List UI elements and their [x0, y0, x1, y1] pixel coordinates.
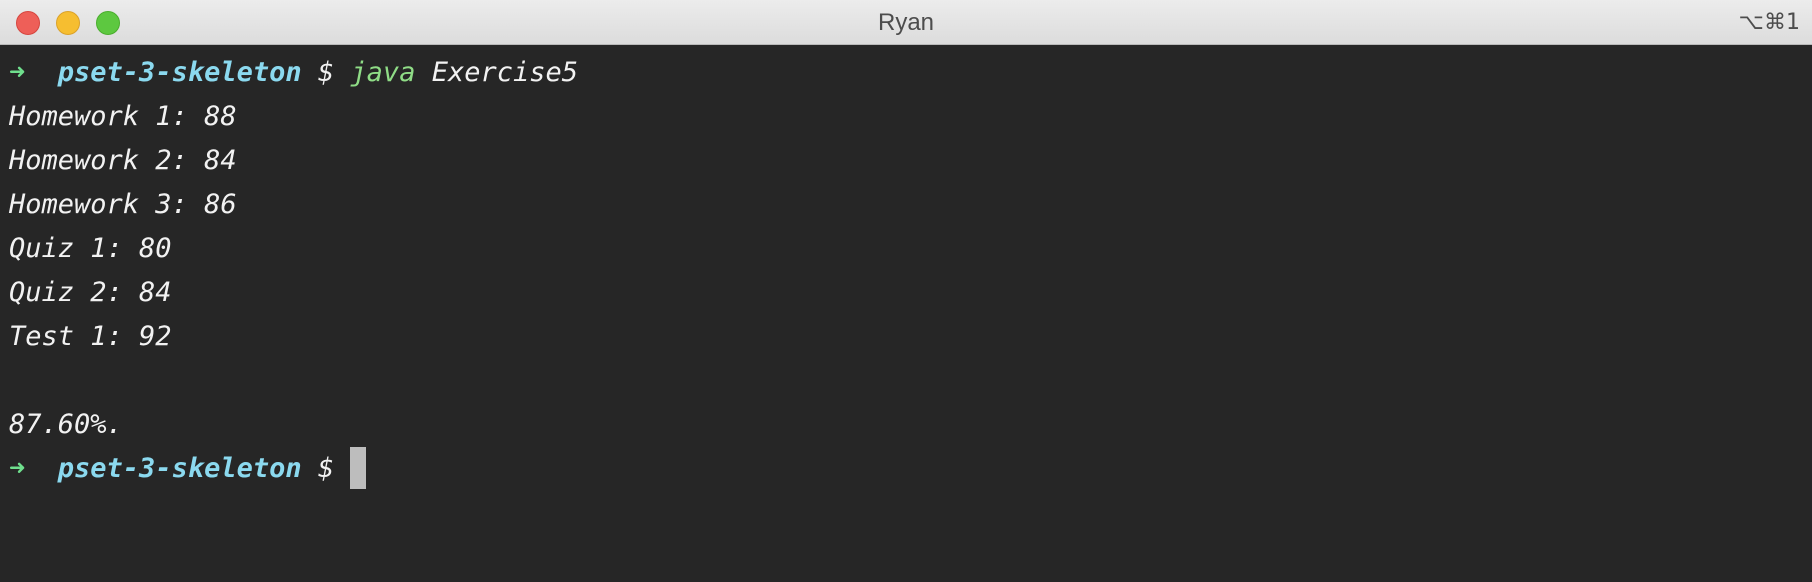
- prompt-symbol: $: [317, 57, 335, 88]
- active-prompt-line[interactable]: ➜ pset-3-skeleton $: [9, 446, 1812, 493]
- terminal-output[interactable]: ➜ pset-3-skeleton $ java Exercise5 Homew…: [9, 53, 1812, 493]
- window-shortcut: ⌥⌘1: [1738, 10, 1800, 35]
- output-line: Quiz 2: 84: [9, 277, 172, 308]
- prompt-directory: pset-3-skeleton: [57, 453, 302, 484]
- terminal-window: Ryan ⌥⌘1 ➜ pset-3-skeleton $ java Exerci…: [0, 0, 1812, 582]
- command-line: ➜ pset-3-skeleton $ java Exercise5: [9, 53, 1812, 97]
- command-program: java: [350, 57, 416, 88]
- prompt-directory: pset-3-skeleton: [57, 57, 302, 88]
- output-line: Homework 1: 88: [9, 101, 237, 132]
- output-line: Test 1: 92: [9, 321, 172, 352]
- title-bar[interactable]: Ryan ⌥⌘1: [0, 0, 1812, 45]
- output-line-blank: [9, 361, 1812, 405]
- command-argument: Exercise5: [431, 57, 579, 88]
- text-cursor[interactable]: [350, 446, 367, 489]
- prompt-arrow-icon: ➜: [9, 453, 26, 484]
- output-line: Homework 3: 86: [9, 189, 237, 220]
- prompt-symbol: $: [317, 453, 335, 484]
- window-title: Ryan: [877, 9, 935, 36]
- output-line: Quiz 1: 80: [9, 233, 172, 264]
- output-line: Homework 2: 84: [9, 145, 237, 176]
- prompt-arrow-icon: ➜: [9, 57, 26, 88]
- output-line-result: 87.60%.: [9, 409, 123, 440]
